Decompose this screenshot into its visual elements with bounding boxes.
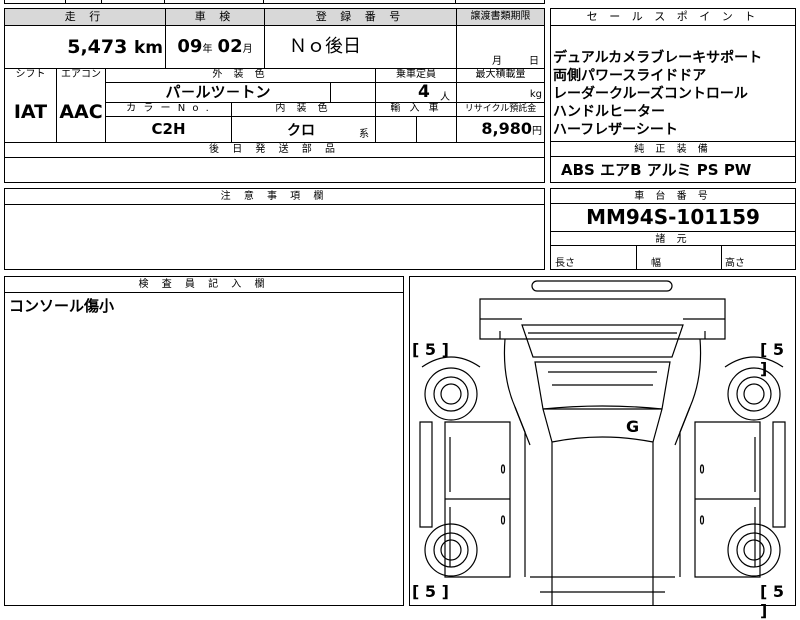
sales-point-item: ハンドルヒーター — [553, 104, 665, 120]
registration-header: 登 録 番 号 — [264, 9, 456, 26]
dimensions-row: 長さ 幅 高さ — [551, 246, 795, 269]
max-load-cell: kg — [456, 82, 544, 102]
interior-color-value: クロ — [287, 123, 315, 139]
inspection-header: 車 検 — [165, 9, 264, 26]
import-header: 輸 入 車 — [375, 102, 456, 116]
interior-color-header: 内 装 色 — [231, 102, 375, 116]
dimension-length-label: 長さ — [555, 258, 575, 269]
transfer-month-unit: 月 — [492, 56, 502, 67]
tyre-rear-right-label: [ 5 ] — [760, 582, 785, 620]
mileage-header: 走 行 — [5, 9, 165, 26]
tyre-front-left-label: [ 5 ] — [412, 340, 449, 359]
exterior-color-header: 外 装 色 — [105, 68, 375, 82]
inspection-month: 02 — [217, 36, 243, 57]
mileage-value-cell: 5,473 km — [5, 26, 165, 68]
dimension-height-label: 高さ — [725, 258, 745, 269]
inspector-notes-header: 検 査 員 記 入 欄 — [5, 277, 403, 293]
factory-equipment-header: 純 正 装 備 — [551, 142, 795, 157]
shift-header: シフト — [15, 69, 46, 80]
vehicle-info-table: 走 行 車 検 登 録 番 号 譲渡書類期限 5,473 km 09年 02 月 … — [4, 8, 545, 183]
tyre-front-right-label: [ 5 ] — [760, 340, 785, 378]
sales-point-item: デュアルカメラブレーキサポート — [553, 50, 763, 66]
factory-equipment-value: ABS エアB アルミ PS PW — [561, 161, 752, 179]
capacity-cell: 4 人 — [375, 82, 456, 103]
later-parts-header: 後 日 発 送 部 品 — [5, 142, 544, 158]
aircon-header: エアコン — [56, 68, 105, 82]
sales-points-header: セ ー ル ス ポ イ ン ト — [551, 9, 795, 26]
inspector-notes-box: 検 査 員 記 入 欄 コンソール傷小 — [4, 276, 404, 606]
capacity-header: 乗車定員 — [375, 68, 456, 82]
capacity-value: 4 — [418, 82, 430, 102]
mileage-unit: km — [133, 38, 163, 58]
capacity-unit: 人 — [440, 92, 450, 103]
inspection-year: 09 — [177, 36, 203, 57]
transfer-deadline-header: 譲渡書類期限 — [456, 9, 544, 26]
transfer-day-unit: 日 — [529, 56, 539, 67]
car-outline-drawing — [419, 280, 786, 605]
sales-points-box: セ ー ル ス ポ イ ン ト デュアルカメラブレーキサポート 両側パワースライ… — [550, 8, 796, 142]
aircon-value: AAC — [56, 82, 105, 142]
sales-point-item: レーダークルーズコントロール — [553, 86, 748, 102]
chassis-number-header: 車 台 番 号 — [551, 189, 795, 204]
color-no-value: C2H — [105, 116, 231, 142]
notes-header: 注 意 事 項 欄 — [5, 189, 544, 205]
tyre-rear-left-label: [ 5 ] — [412, 582, 449, 601]
interior-color-suffix: 系 — [359, 129, 369, 140]
sales-points-list: デュアルカメラブレーキサポート 両側パワースライドドア レーダークルーズコントロ… — [553, 49, 762, 139]
inspection-value-cell: 09年 02月 — [165, 26, 264, 68]
sales-point-item: 両側パワースライドドア — [553, 68, 707, 84]
shift-value: IAT — [13, 101, 48, 123]
registration-value: Ｎｏ後日 — [264, 26, 456, 68]
car-damage-diagram: [ 5 ] [ 5 ] [ 5 ] [ 5 ] G — [409, 276, 796, 620]
recycle-fee-unit: 円 — [532, 126, 542, 137]
interior-color-cell: クロ 系 — [231, 116, 375, 142]
inspection-month-unit: 月 — [242, 44, 253, 55]
recycle-fee-header: リサイクル預託金 — [456, 102, 544, 116]
inspector-note-text: コンソール傷小 — [9, 297, 115, 315]
dimension-width-label: 幅 — [651, 258, 661, 269]
max-load-header: 最大積載量 — [456, 68, 544, 82]
recycle-fee-cell: 8,980円 — [456, 116, 544, 142]
chassis-number-value: MM94S-101159 — [586, 205, 760, 229]
roof-damage-mark: G — [626, 417, 640, 436]
sales-point-item: ハーフレザーシート — [553, 122, 678, 138]
inspection-year-unit: 年 — [202, 44, 213, 55]
notes-box: 注 意 事 項 欄 — [4, 188, 545, 270]
color-no-header: カ ラ ー N o . — [105, 102, 231, 116]
mileage-value: 5,473 — [67, 36, 128, 58]
recycle-fee-value: 8,980 — [481, 119, 532, 138]
max-load-unit: kg — [529, 89, 542, 100]
exterior-color-value: パ－ルツ－トン — [105, 82, 330, 102]
top-strip — [4, 0, 545, 4]
dimensions-header: 諸 元 — [551, 231, 795, 246]
chassis-box: 車 台 番 号 MM94S-101159 諸 元 長さ 幅 高さ — [550, 188, 796, 270]
transfer-deadline-cell: 月 日 — [456, 26, 544, 68]
factory-equipment-box: 純 正 装 備 ABS エアB アルミ PS PW — [550, 141, 796, 183]
import-cell — [375, 116, 456, 142]
